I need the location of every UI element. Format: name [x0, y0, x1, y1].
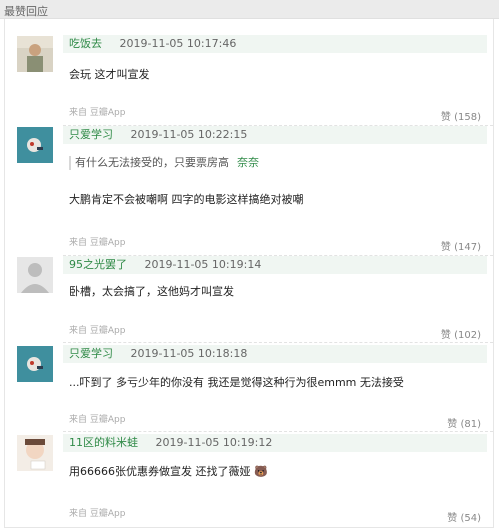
user-avatar[interactable] [17, 257, 53, 293]
comment-meta: 只爱学习 2019-11-05 10:18:18 [63, 345, 487, 363]
comment-list: 吃饭去 2019-11-05 10:17:46 会玩 这才叫宣发 来自 豆瓣Ap… [4, 19, 494, 528]
comment-time: 2019-11-05 10:19:14 [144, 258, 262, 271]
comment-divider [63, 431, 493, 432]
comment-source: 来自 豆瓣App [69, 326, 126, 336]
comment-source: 来自 豆瓣App [69, 238, 126, 248]
section-header: 最赞回应 [0, 0, 499, 19]
like-button[interactable]: 赞 (102) [441, 326, 481, 341]
comment-meta: 95之光罢了 2019-11-05 10:19:14 [63, 256, 487, 274]
quote-text: 有什么无法接受的，只要票房高 [75, 156, 229, 169]
comment-username[interactable]: 吃饭去 [69, 37, 102, 50]
comment-source: 来自 豆瓣App [69, 415, 126, 425]
comment-username[interactable]: 只爱学习 [69, 128, 113, 141]
user-avatar[interactable] [17, 36, 53, 72]
comment-time: 2019-11-05 10:19:12 [155, 436, 273, 449]
comment-content: 卧槽，太会搞了，这他妈才叫宣发 [69, 285, 234, 298]
user-avatar[interactable] [17, 346, 53, 382]
comment-meta: 只爱学习 2019-11-05 10:22:15 [63, 126, 487, 144]
comments-page: 最赞回应 吃饭去 2019-11-05 10:17:46 会玩 这才叫宣发 来自… [0, 0, 499, 530]
comment-time: 2019-11-05 10:22:15 [130, 128, 248, 141]
like-button[interactable]: 赞 (54) [447, 509, 481, 524]
like-button[interactable]: 赞 (158) [441, 108, 481, 123]
comment-content: ...吓到了 多亏少年的你没有 我还是觉得这种行为很emmm 无法接受 [69, 376, 404, 389]
comment-content: 大鹏肯定不会被嘲啊 四字的电影这样搞绝对被嘲 [69, 193, 304, 206]
comment-username[interactable]: 95之光罢了 [69, 258, 127, 271]
comment-content: 会玩 这才叫宣发 [69, 68, 150, 81]
comment-divider [63, 342, 493, 343]
quoted-reply: 有什么无法接受的，只要票房高 奈奈 [69, 156, 259, 170]
comment-meta: 11区的料米蛙 2019-11-05 10:19:12 [63, 434, 487, 452]
user-avatar[interactable] [17, 435, 53, 471]
like-button[interactable]: 赞 (147) [441, 238, 481, 253]
comment-username[interactable]: 只爱学习 [69, 347, 113, 360]
comment-time: 2019-11-05 10:17:46 [119, 37, 237, 50]
comment-meta: 吃饭去 2019-11-05 10:17:46 [63, 35, 487, 53]
section-title: 最赞回应 [4, 5, 48, 18]
comment-source: 来自 豆瓣App [69, 108, 126, 118]
comment-source: 来自 豆瓣App [69, 509, 126, 519]
comment-content: 用66666张优惠券做宣发 还找了薇娅 🐻 [69, 465, 268, 478]
comment-username[interactable]: 11区的料米蛙 [69, 436, 138, 449]
like-button[interactable]: 赞 (81) [447, 415, 481, 430]
user-avatar[interactable] [17, 127, 53, 163]
quote-author[interactable]: 奈奈 [237, 156, 259, 169]
comment-time: 2019-11-05 10:18:18 [130, 347, 248, 360]
